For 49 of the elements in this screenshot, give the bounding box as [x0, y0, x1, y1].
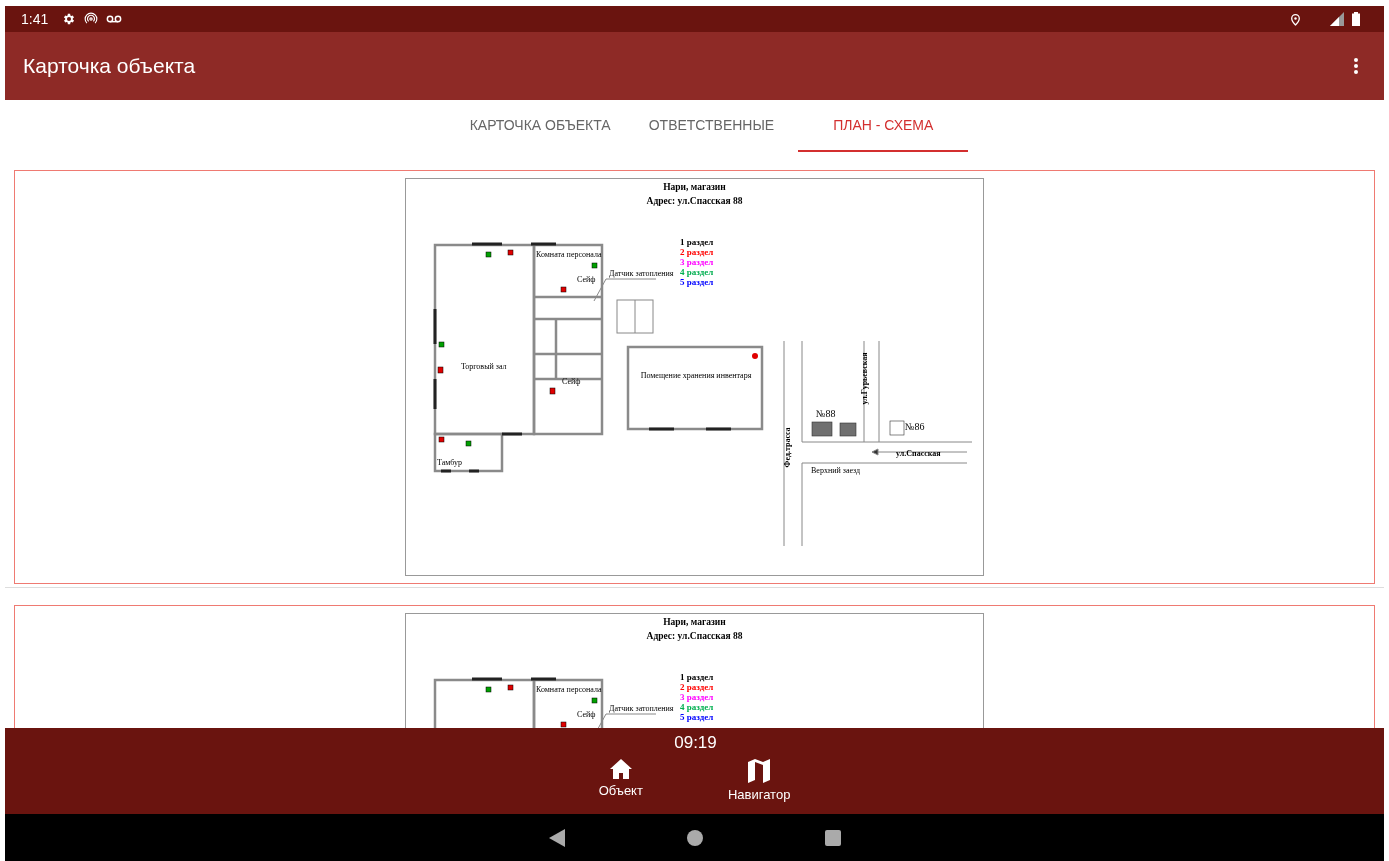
hotspot-icon	[84, 12, 99, 26]
tab[interactable]: ПЛАН - СХЕМА	[798, 100, 969, 152]
clock: 1:41	[21, 11, 49, 27]
nav-item[interactable]: Навигатор	[727, 758, 791, 802]
house-number: №88	[816, 408, 836, 419]
legend-item: 3 раздел	[680, 692, 714, 702]
legend-item: 2 раздел	[680, 247, 714, 257]
room-label: Торговый зал	[461, 363, 507, 372]
gear-icon	[62, 12, 77, 26]
legend-item: 1 раздел	[680, 237, 714, 247]
room-label: Комната персонала	[536, 686, 602, 695]
legend-item: 4 раздел	[680, 702, 714, 712]
legend-item: 5 раздел	[680, 277, 714, 287]
voicemail-icon	[106, 14, 123, 24]
home-button-icon[interactable]	[686, 829, 703, 846]
legend-item: 3 раздел	[680, 257, 714, 267]
signal-icon	[1330, 12, 1344, 26]
home-icon	[608, 758, 633, 780]
plan-title: Нари, магазин	[662, 617, 727, 627]
bottom-clock: 09:19	[674, 733, 717, 753]
street-label: Верхний заезд	[811, 467, 861, 476]
tab[interactable]: КАРТОЧКА ОБЪЕКТА	[450, 100, 630, 152]
map-icon	[747, 758, 772, 784]
back-icon[interactable]	[548, 828, 565, 847]
location-icon	[1289, 12, 1302, 26]
sensor-label: Датчик затопления	[609, 705, 674, 714]
recents-icon[interactable]	[824, 829, 841, 846]
room-label: Сейф	[577, 276, 596, 285]
legend-item: 1 раздел	[680, 672, 714, 682]
house-number: №86	[905, 421, 925, 432]
room-label: Тамбур	[437, 459, 463, 468]
street-label: ул.Спасская	[896, 450, 941, 459]
room-label: Комната персонала	[536, 251, 602, 260]
plan-title: Нари, магазин	[662, 182, 727, 192]
plan-address: Адрес: ул.Спасская 88	[645, 196, 744, 206]
street-label: Фед.трасса	[783, 427, 793, 468]
legend-item: 5 раздел	[680, 712, 714, 722]
room-label: Сейф	[577, 711, 596, 720]
sensor-label: Датчик затопления	[609, 270, 674, 279]
room-label: Сейф	[562, 378, 581, 387]
legend-item: 4 раздел	[680, 267, 714, 277]
tab[interactable]: ОТВЕТСТВЕННЫЕ	[629, 100, 794, 152]
legend-item: 2 раздел	[680, 682, 714, 692]
battery-icon	[1352, 12, 1360, 26]
nav-item[interactable]: Объект	[598, 758, 643, 802]
room-label: Помещение хранения инвентаря	[639, 372, 753, 381]
plan-address: Адрес: ул.Спасская 88	[645, 631, 744, 641]
screen-title: Карточка объекта	[23, 54, 197, 78]
street-label: ул.Гурьевская	[860, 352, 870, 405]
